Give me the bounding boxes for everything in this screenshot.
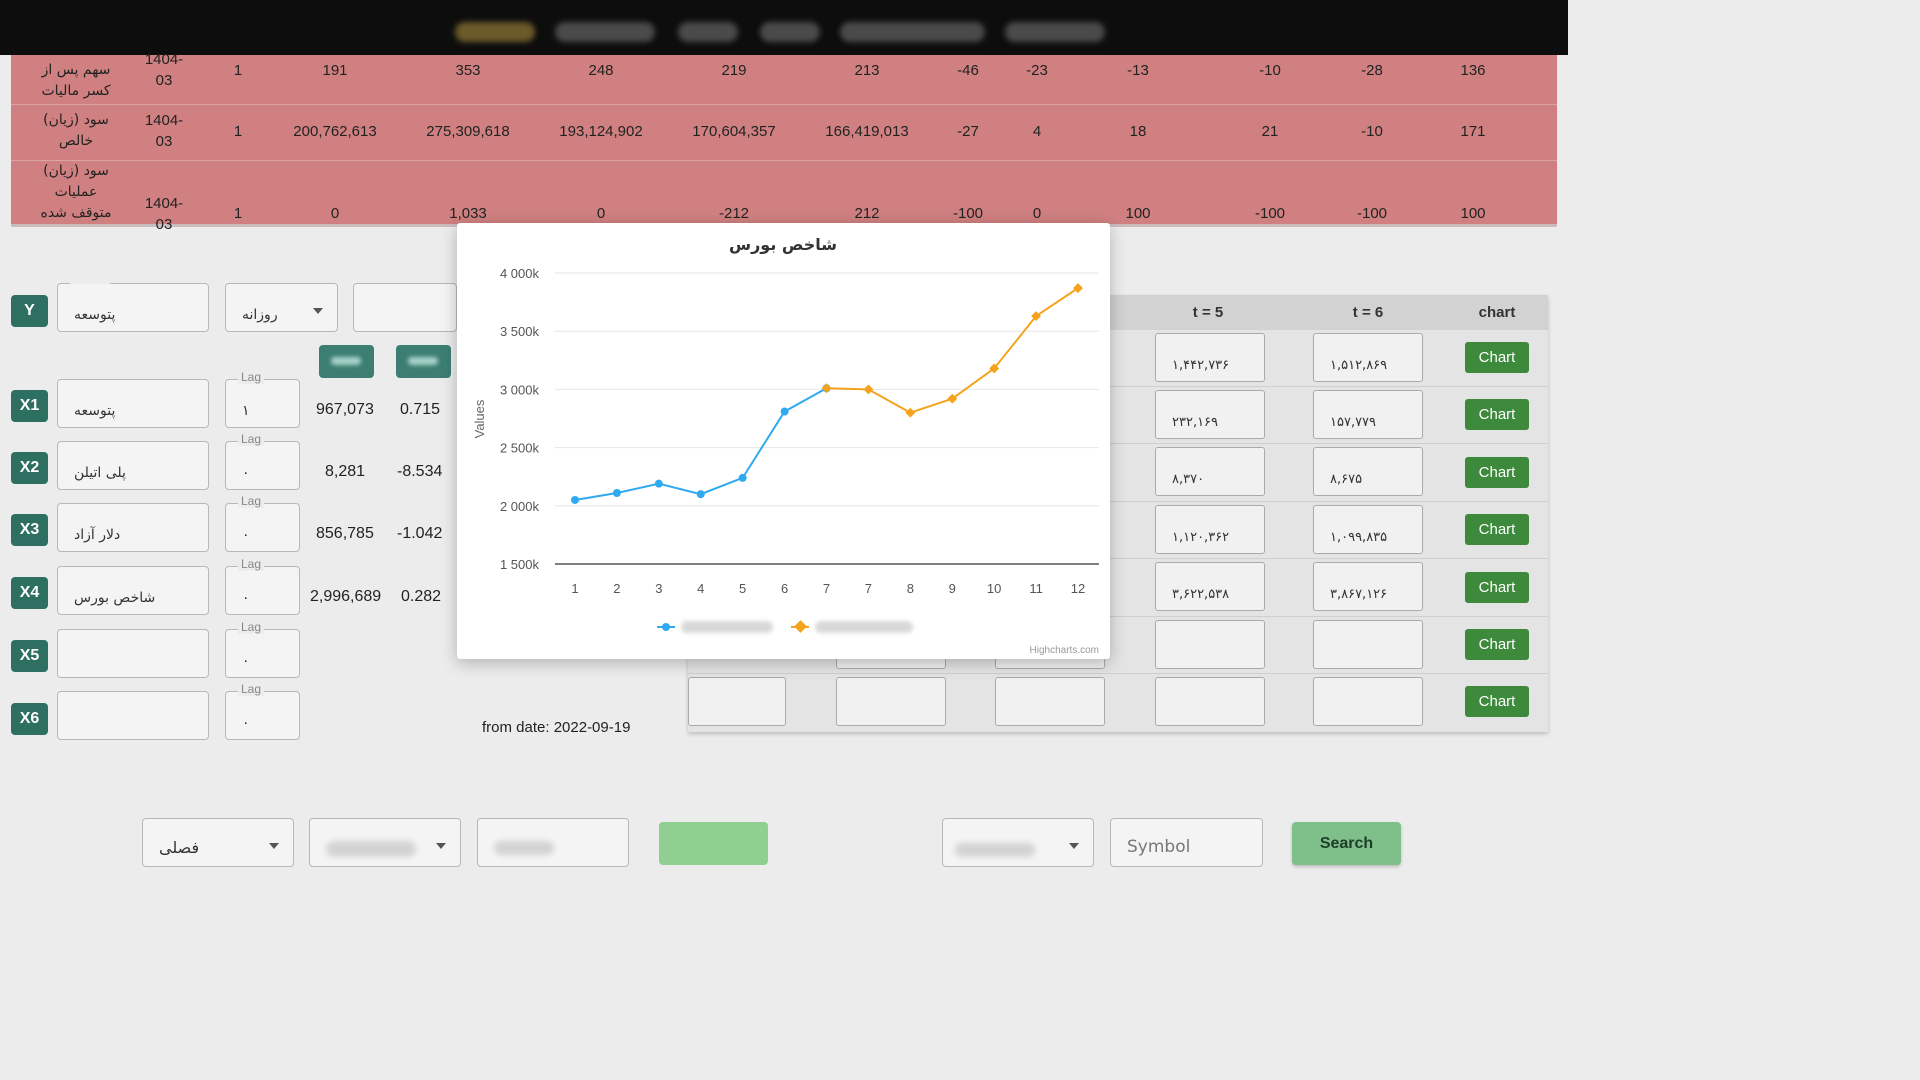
nav-item[interactable]: [840, 22, 985, 42]
x-tick-label: 7: [823, 581, 830, 596]
y-tick-label: 1 500k: [500, 557, 540, 572]
nav-item[interactable]: [760, 22, 820, 42]
legend-predicted-marker: [794, 620, 807, 633]
x-tick-label: 8: [907, 581, 914, 596]
x-tick-label: 5: [739, 581, 746, 596]
legend-actual-marker: [662, 623, 670, 631]
y-axis-label: Values: [472, 399, 487, 438]
y-tick-label: 2 500k: [500, 441, 540, 456]
x-tick-label: 7: [865, 581, 872, 596]
y-tick-label: 2 000k: [500, 499, 540, 514]
chart-modal: شاخص بورس Values 1 500k 2 000k 2 500k 3 000…: [457, 223, 1110, 659]
actual-point[interactable]: [571, 495, 579, 504]
x-tick-label: 3: [655, 581, 662, 596]
x-tick-label: 11: [1029, 581, 1043, 596]
y-tick-label: 3 000k: [500, 382, 540, 397]
actual-point[interactable]: [612, 488, 621, 497]
chart-title: شاخص بورس: [729, 235, 837, 254]
x-tick-label: 1: [571, 581, 578, 596]
predicted-point[interactable]: [821, 383, 832, 394]
chart-credit[interactable]: Highcharts.com: [1030, 645, 1099, 656]
legend-actual-label-blurred: [681, 621, 773, 633]
top-nav-bar: [0, 0, 1568, 55]
actual-point[interactable]: [654, 479, 663, 488]
series-actual-line: [574, 387, 827, 501]
predicted-point[interactable]: [905, 407, 916, 418]
nav-item[interactable]: [555, 22, 655, 42]
predicted-point[interactable]: [863, 384, 874, 395]
x-tick-label: 4: [697, 581, 704, 596]
actual-point[interactable]: [780, 407, 789, 416]
actual-point[interactable]: [738, 473, 747, 482]
nav-item[interactable]: [455, 22, 535, 42]
x-tick-label: 2: [613, 581, 620, 596]
y-tick-label: 4 000k: [500, 266, 540, 281]
legend-predicted-label-blurred: [815, 621, 913, 633]
y-tick-label: 3 500k: [500, 324, 540, 339]
line-chart: شاخص بورس Values 1 500k 2 000k 2 500k 3 000…: [472, 235, 1099, 656]
x-tick-label: 10: [987, 581, 1001, 596]
nav-item[interactable]: [1005, 22, 1105, 42]
actual-point[interactable]: [696, 490, 705, 499]
chart-legend[interactable]: [657, 620, 913, 633]
x-tick-label: 12: [1071, 581, 1085, 596]
x-tick-label: 6: [781, 581, 788, 596]
x-tick-label: 9: [949, 581, 956, 596]
nav-item[interactable]: [678, 22, 738, 42]
